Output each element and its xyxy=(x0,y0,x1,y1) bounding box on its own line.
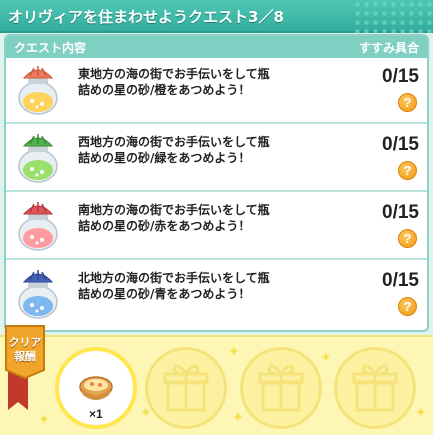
star-sand-jar-red-icon xyxy=(18,202,58,251)
help-button[interactable]: ? xyxy=(398,229,417,248)
sparkle-icon: ✦ xyxy=(320,350,332,366)
quest-description: 南地方の海の街でお手伝いをして瓶詰めの星の砂/赤をあつめよう！ xyxy=(78,203,270,233)
quest-progress: 0/15 xyxy=(382,202,419,223)
help-button[interactable]: ? xyxy=(398,161,417,180)
star-sand-jar-green-icon xyxy=(18,134,58,183)
help-button[interactable]: ? xyxy=(398,93,417,112)
sparkle-icon: ✦ xyxy=(38,412,50,428)
help-button[interactable]: ? xyxy=(398,297,417,316)
quest-progress: 0/15 xyxy=(382,66,419,87)
reward-slot-locked xyxy=(145,347,227,429)
quest-panel-header: クエスト内容 すすみ具合 xyxy=(6,36,427,58)
reward-slot-locked xyxy=(240,347,322,429)
star-sand-jar-blue-icon xyxy=(18,270,58,319)
title-bar: オリヴィアを住まわせようクエスト3／8 xyxy=(0,0,433,33)
quest-description: 西地方の海の街でお手伝いをして瓶詰めの星の砂/緑をあつめよう！ xyxy=(78,135,270,165)
quest-row: 北地方の海の街でお手伝いをして瓶詰めの星の砂/青をあつめよう！ 0/15 ? xyxy=(6,262,427,328)
star-sand-jar-orange-icon xyxy=(18,66,58,115)
quest-row: 西地方の海の街でお手伝いをして瓶詰めの星の砂/緑をあつめよう！ 0/15 ? xyxy=(6,126,427,192)
column-header-content: クエスト内容 xyxy=(14,41,87,55)
quest-description: 北地方の海の街でお手伝いをして瓶詰めの星の砂/青をあつめよう！ xyxy=(78,271,270,301)
column-header-progress: すすみ具合 xyxy=(358,41,419,55)
sparkle-icon: ✦ xyxy=(415,405,427,421)
gift-box-icon xyxy=(352,364,398,412)
reward-slot-locked xyxy=(334,347,416,429)
quest-progress: 0/15 xyxy=(382,270,419,291)
quest-row: 東地方の海の街でお手伝いをして瓶詰めの星の砂/橙をあつめよう！ 0/15 ? xyxy=(6,58,427,124)
title-pattern xyxy=(353,0,433,33)
reward-item-count: ×1 xyxy=(89,407,103,421)
window-title: オリヴィアを住まわせようクエスト3／8 xyxy=(8,8,284,26)
sparkle-icon: ✦ xyxy=(228,344,240,360)
sparkle-icon: ✦ xyxy=(140,405,152,421)
quest-row: 南地方の海の街でお手伝いをして瓶詰めの星の砂/赤をあつめよう！ 0/15 ? xyxy=(6,194,427,260)
reward-slot-item[interactable]: ×1 xyxy=(55,347,137,429)
quest-panel: クエスト内容 すすみ具合 東地方の海の街でお手伝いをして瓶詰めの星の砂/橙をあつ… xyxy=(4,34,429,332)
sparkle-icon: ✦ xyxy=(232,410,244,426)
gift-box-icon xyxy=(163,364,209,412)
reward-badge-label: クリア報酬 xyxy=(8,336,42,363)
quest-window: オリヴィアを住まわせようクエスト3／8 クエスト内容 すすみ具合 東地方の海の街… xyxy=(0,0,433,435)
gift-box-icon xyxy=(258,364,304,412)
quest-description: 東地方の海の街でお手伝いをして瓶詰めの星の砂/橙をあつめよう！ xyxy=(78,67,270,97)
quest-progress: 0/15 xyxy=(382,134,419,155)
